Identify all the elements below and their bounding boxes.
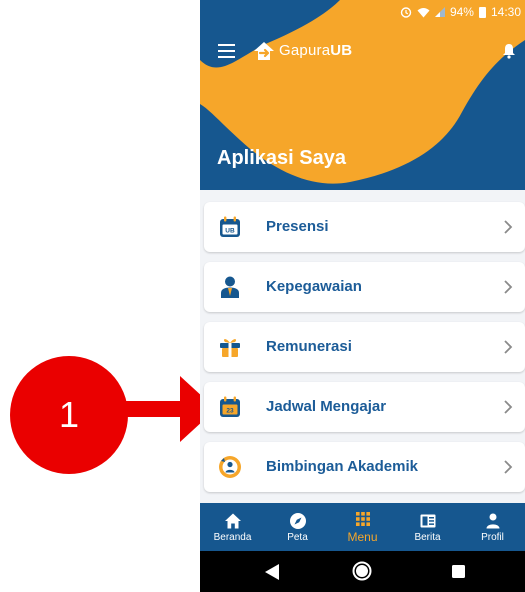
chevron-right-icon xyxy=(504,460,513,474)
nav-peta[interactable]: Peta xyxy=(265,503,330,551)
page-title: Aplikasi Saya xyxy=(217,147,346,169)
alarm-icon xyxy=(400,7,412,18)
calendar-23-icon: 23 xyxy=(220,396,240,417)
svg-text:UB: UB xyxy=(225,228,235,235)
menu-item-label: Kepegawaian xyxy=(266,278,362,295)
step-number: 1 xyxy=(58,394,80,435)
nav-beranda[interactable]: Beranda xyxy=(200,503,265,551)
home-icon xyxy=(224,513,241,528)
menu-item-jadwal-mengajar[interactable]: 23 Jadwal Mengajar xyxy=(204,382,525,432)
menu-item-label: Jadwal Mengajar xyxy=(266,398,387,415)
nav-label: Peta xyxy=(287,531,308,543)
bottom-navigation: Beranda Peta Menu Berita Profil xyxy=(200,503,525,551)
gift-icon xyxy=(220,339,240,357)
chevron-right-icon xyxy=(504,220,513,234)
app-header: 94% 14:30 GapuraUB Aplikasi Saya xyxy=(200,0,525,190)
svg-text:23: 23 xyxy=(226,408,234,415)
phone-screen: 94% 14:30 GapuraUB Aplikasi Saya UB Pres… xyxy=(200,0,525,592)
nav-berita[interactable]: Berita xyxy=(395,503,460,551)
status-time: 14:30 xyxy=(490,5,521,19)
employee-icon xyxy=(221,276,239,298)
nav-label: Berita xyxy=(414,531,441,543)
grid-icon xyxy=(355,512,370,526)
menu-hamburger-icon[interactable] xyxy=(218,44,235,58)
battery-level: 94% xyxy=(449,5,474,19)
academic-guidance-icon xyxy=(219,456,241,478)
nav-label: Profil xyxy=(481,531,504,543)
chevron-right-icon xyxy=(504,280,513,294)
app-toolbar: GapuraUB xyxy=(200,34,525,68)
nav-menu[interactable]: Menu xyxy=(330,503,395,551)
person-icon xyxy=(486,513,499,528)
menu-item-label: Remunerasi xyxy=(266,338,352,355)
chevron-right-icon xyxy=(504,400,513,414)
menu-item-presensi[interactable]: UB Presensi xyxy=(204,202,525,252)
status-bar: 94% 14:30 xyxy=(200,0,525,24)
calendar-ub-icon: UB xyxy=(220,216,240,237)
home-button-icon[interactable] xyxy=(352,561,372,581)
notification-bell-icon[interactable] xyxy=(502,43,516,59)
battery-icon xyxy=(478,6,486,18)
menu-item-bimbingan-akademik[interactable]: Bimbingan Akademik xyxy=(204,442,525,492)
news-icon xyxy=(420,514,435,527)
system-navigation-bar xyxy=(200,551,525,592)
gapura-logo-icon xyxy=(254,42,274,60)
nav-label: Menu xyxy=(347,530,378,544)
app-logo-text: GapuraUB xyxy=(279,42,353,59)
step-number-badge: 1 xyxy=(10,356,128,474)
menu-item-kepegawaian[interactable]: Kepegawaian xyxy=(204,262,525,312)
menu-item-label: Presensi xyxy=(266,218,329,235)
nav-profil[interactable]: Profil xyxy=(460,503,525,551)
compass-icon xyxy=(289,512,306,529)
wifi-icon xyxy=(417,7,430,17)
chevron-right-icon xyxy=(504,340,513,354)
menu-item-remunerasi[interactable]: Remunerasi xyxy=(204,322,525,372)
recents-icon[interactable] xyxy=(451,564,466,579)
nav-label: Beranda xyxy=(213,531,252,543)
signal-icon xyxy=(434,7,445,17)
menu-item-label: Bimbingan Akademik xyxy=(266,458,418,475)
back-icon[interactable] xyxy=(264,563,280,581)
